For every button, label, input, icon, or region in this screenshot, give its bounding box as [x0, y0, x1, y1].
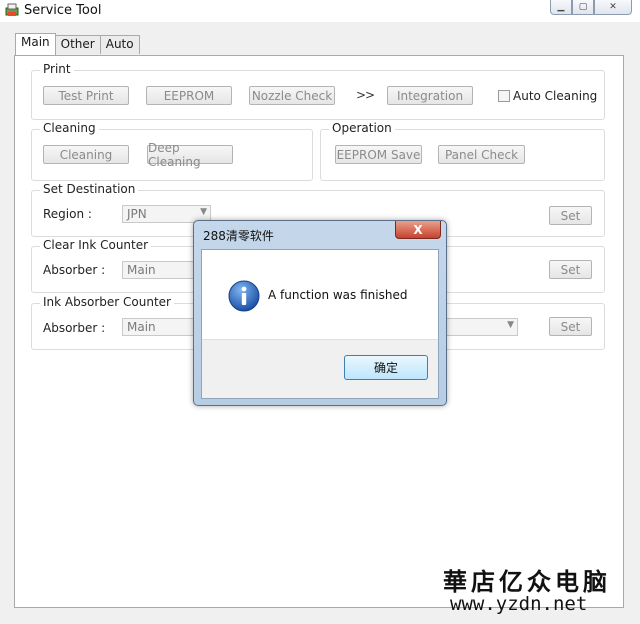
- print-group-label: Print: [40, 62, 74, 76]
- clear-ink-counter-label: Clear Ink Counter: [40, 238, 152, 252]
- info-icon: [228, 280, 260, 312]
- message-dialog: 288清零软件 X A function was finished 确定: [193, 220, 447, 406]
- tab-strip: Main Other Auto: [15, 33, 140, 55]
- chevron-down-icon: ▼: [200, 207, 207, 217]
- minimize-button[interactable]: ▁: [550, 0, 572, 15]
- window-controls: ▁ ▢ ✕: [550, 0, 632, 15]
- eeprom-save-button[interactable]: EEPROM Save: [335, 145, 422, 164]
- dialog-title: 288清零软件: [203, 229, 274, 243]
- panel-check-button[interactable]: Panel Check: [438, 145, 525, 164]
- ink-absorber-label: Absorber :: [43, 321, 106, 335]
- maximize-icon: ▢: [578, 2, 588, 12]
- chevron-down-icon: ▼: [507, 320, 514, 330]
- operation-group: Operation EEPROM Save Panel Check: [320, 121, 605, 181]
- deep-cleaning-button[interactable]: Deep Cleaning: [147, 141, 233, 169]
- eeprom-button[interactable]: EEPROM: [146, 86, 232, 105]
- nozzle-check-button[interactable]: Nozzle Check: [249, 86, 335, 105]
- maximize-button[interactable]: ▢: [572, 0, 594, 15]
- region-value: JPN: [127, 207, 147, 221]
- ink-absorber-counter-label: Ink Absorber Counter: [40, 295, 174, 309]
- integration-button[interactable]: Integration: [387, 86, 473, 105]
- ok-button[interactable]: 确定: [344, 355, 428, 380]
- tab-auto[interactable]: Auto: [99, 35, 140, 54]
- title-bar: Service Tool ▁ ▢ ✕: [0, 0, 640, 22]
- ink-absorber-value: Main: [127, 320, 156, 334]
- window-title: Service Tool: [24, 3, 102, 18]
- close-button[interactable]: ✕: [594, 0, 632, 15]
- tab-other[interactable]: Other: [54, 35, 101, 54]
- ink-absorber-set-button[interactable]: Set: [549, 317, 592, 336]
- auto-cleaning-label: Auto Cleaning: [513, 89, 598, 103]
- clear-ink-absorber-value: Main: [127, 263, 156, 277]
- dialog-body: A function was finished 确定: [201, 249, 439, 399]
- cleaning-button[interactable]: Cleaning: [43, 145, 129, 164]
- dialog-message: A function was finished: [268, 288, 408, 302]
- service-tool-window: Service Tool ▁ ▢ ✕ Main Other Auto Print…: [0, 0, 640, 624]
- clear-ink-set-button[interactable]: Set: [549, 260, 592, 279]
- printer-app-icon: [5, 3, 19, 16]
- set-destination-label: Set Destination: [40, 182, 139, 196]
- auto-cleaning-checkbox[interactable]: [498, 90, 510, 102]
- test-print-button[interactable]: Test Print: [43, 86, 129, 105]
- dialog-close-button[interactable]: X: [395, 221, 441, 239]
- region-label: Region :: [43, 207, 92, 221]
- close-icon: ✕: [609, 2, 617, 12]
- watermark-text: 華店亿众电脑: [443, 567, 611, 596]
- set-destination-set-button[interactable]: Set: [549, 206, 592, 225]
- tab-main[interactable]: Main: [15, 33, 56, 55]
- print-group: Print Test Print EEPROM Nozzle Check >> …: [31, 62, 605, 120]
- cleaning-group: Cleaning Cleaning Deep Cleaning: [31, 121, 313, 181]
- minimize-icon: ▁: [557, 2, 565, 12]
- watermark-url: www.yzdn.net: [450, 593, 588, 615]
- close-icon: X: [413, 222, 423, 237]
- integration-arrows: >>: [356, 88, 375, 102]
- operation-group-label: Operation: [329, 121, 395, 135]
- clear-ink-absorber-label: Absorber :: [43, 263, 106, 277]
- cleaning-group-label: Cleaning: [40, 121, 99, 135]
